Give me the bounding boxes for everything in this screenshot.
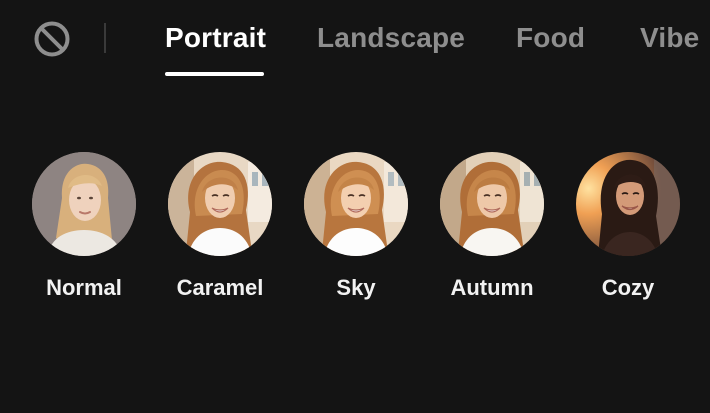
tab-portrait[interactable]: Portrait [165,21,266,55]
tab-landscape[interactable]: Landscape [317,21,465,55]
filter-thumbnail [168,152,272,256]
filter-label: Cozy [601,275,655,300]
tab-divider [104,23,106,53]
filter-thumbnail [304,152,408,256]
tab-vibe[interactable]: Vibe [640,21,699,55]
portrait-photo [440,152,544,256]
portrait-photo [576,152,680,256]
filter-thumbnail [576,152,680,256]
tab-food[interactable]: Food [516,21,585,55]
portrait-photo [32,152,136,256]
portrait-photo [304,152,408,256]
filter-category-tabs: Portrait Landscape Food Vibe [0,0,710,80]
no-filter-icon[interactable] [33,20,71,58]
filter-thumbnail [32,152,136,256]
active-tab-indicator [165,72,264,76]
filter-thumbnail [440,152,544,256]
filter-label: Autumn [450,275,534,300]
filter-label: Caramel [176,275,264,300]
portrait-photo [168,152,272,256]
filter-label: Sky [336,275,376,300]
filter-label: Normal [46,275,122,300]
